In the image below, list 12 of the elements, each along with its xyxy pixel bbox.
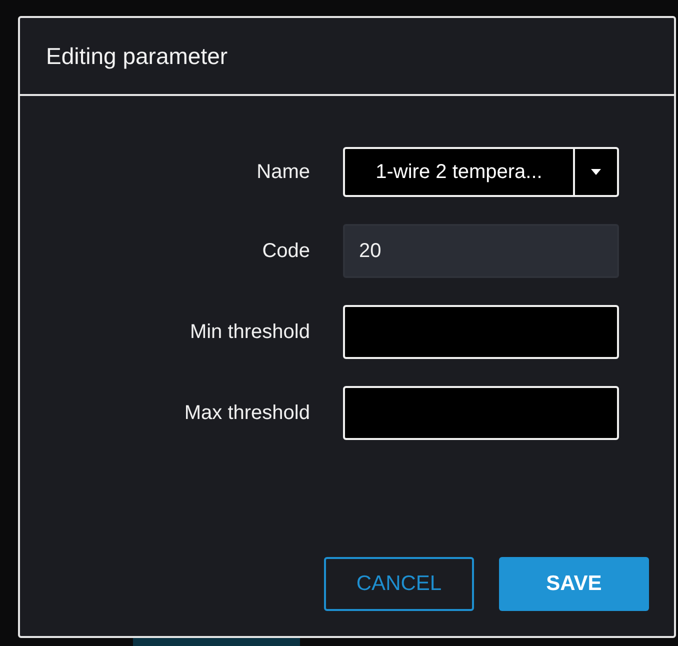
input-field: 20 [343,224,619,278]
field-label: Name [256,160,310,184]
cancel-button[interactable]: CANCEL [324,557,474,611]
field-label: Max threshold [184,402,310,424]
input-field[interactable] [343,305,619,359]
dialog-title: Editing parameter [46,42,228,70]
dropdown-caret-icon[interactable] [591,169,601,175]
name-dropdown[interactable]: 1-wire 2 tempera... [343,147,619,197]
input-field[interactable] [343,386,619,440]
save-button[interactable]: SAVE [499,557,649,611]
field-label: Min threshold [190,320,310,344]
field-label: Code [262,240,310,262]
